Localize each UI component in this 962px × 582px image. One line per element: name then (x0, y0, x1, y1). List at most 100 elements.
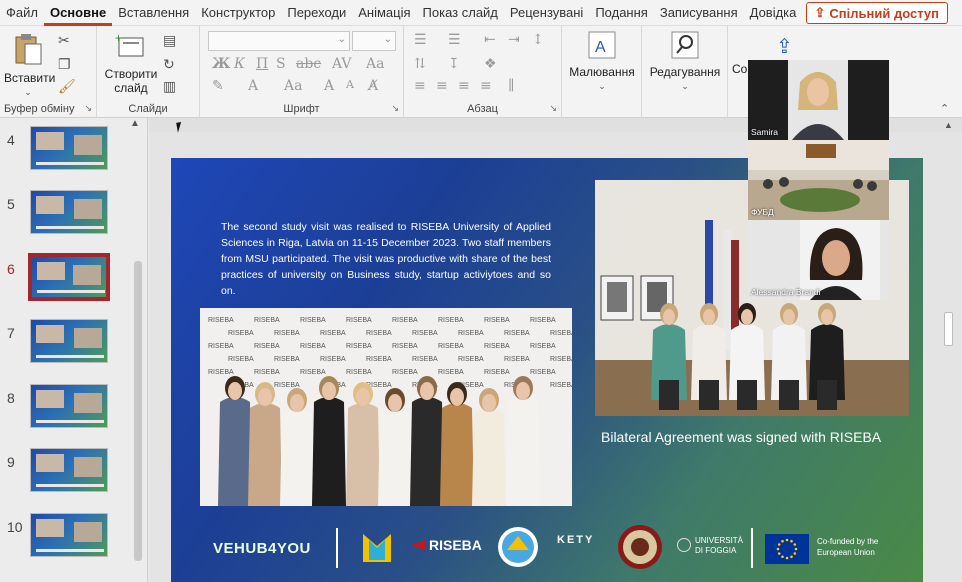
tab-9[interactable]: Записування (654, 0, 744, 26)
text-direction-icon[interactable]: ⇅ (414, 56, 426, 72)
layout-icon[interactable]: ▤ (163, 32, 176, 49)
banner-word: RISEBA (504, 356, 530, 363)
line-spacing-icon[interactable]: ↕ (532, 32, 544, 48)
clear-format-icon[interactable]: A̸ (368, 78, 378, 94)
slide-thumbnail[interactable] (30, 126, 108, 170)
university-logo-icon (363, 534, 391, 562)
thumb-text (36, 355, 104, 358)
paragraph-group: ☰ ☰ ⇤ ⇥ ↕ ⇅ ↧ ❖ ≡ ≡ ≡ ≡ ∥ Абзац ↘ (404, 26, 562, 118)
italic-icon[interactable]: К (234, 56, 245, 72)
dialog-launcher-icon[interactable]: ↘ (549, 103, 557, 114)
slide-thumbnail[interactable] (30, 448, 108, 492)
tab-3[interactable]: Конструктор (195, 0, 281, 26)
video-tile-2[interactable]: ФУБД (748, 140, 889, 220)
banner-word: RISEBA (412, 356, 438, 363)
case-icon[interactable]: Aa (284, 78, 302, 94)
dialog-launcher-icon[interactable]: ↘ (391, 103, 399, 114)
video-tile-3[interactable]: Alessandra Brandi (748, 220, 889, 300)
thumb-photo (36, 519, 64, 537)
strikethrough-icon[interactable]: abc (296, 56, 321, 72)
thumbnail-number: 8 (7, 390, 15, 406)
banner-word: RISEBA (392, 369, 418, 376)
tab-10[interactable]: Довідка (744, 0, 803, 26)
copy-icon[interactable]: ❐ (58, 56, 71, 73)
thumbnails-scrollbar[interactable] (134, 126, 142, 576)
underline-icon[interactable]: П (256, 56, 268, 72)
new-slide-button[interactable]: + Створити слайд (103, 31, 159, 95)
banner-word: RISEBA (300, 369, 326, 376)
align-center-icon[interactable]: ≡ (436, 78, 448, 94)
svg-text:+: + (115, 32, 122, 45)
tab-8[interactable]: Подання (589, 0, 654, 26)
font-group: ⌄ ⌄ Ж К П S abc AV Aa ✎ A Aa A A A̸ Шриф… (200, 26, 404, 118)
upload-icon[interactable]: ⇪ (776, 34, 793, 59)
collapse-ribbon-icon[interactable]: ⌃ (940, 102, 949, 115)
drawing-icon: A (588, 31, 616, 59)
scrollbar-thumb[interactable] (134, 261, 142, 561)
slide-caption[interactable]: Bilateral Agreement was signed with RISE… (601, 429, 881, 445)
chevron-down-icon: ⌄ (681, 81, 689, 91)
tab-1[interactable]: Основне (43, 0, 113, 26)
scroll-up-icon[interactable]: ▲ (944, 120, 953, 130)
slide-thumbnail[interactable] (30, 319, 108, 363)
smartart-icon[interactable]: ❖ (484, 56, 497, 72)
editor-scrollbar[interactable]: ▲ (941, 120, 955, 582)
section-icon[interactable]: ▥ (163, 78, 176, 95)
tab-0[interactable]: Файл (0, 0, 44, 26)
columns-icon[interactable]: ∥ (508, 78, 514, 94)
change-case-icon[interactable]: Aa (366, 56, 384, 72)
highlight-icon[interactable]: ✎ (212, 78, 224, 94)
align-text-icon[interactable]: ↧ (448, 56, 460, 72)
spacing-icon[interactable]: AV (332, 56, 352, 72)
font-name-combo[interactable]: ⌄ (208, 31, 350, 51)
align-right-icon[interactable]: ≡ (458, 78, 470, 94)
shrink-font-icon[interactable]: A (346, 78, 354, 91)
thumb-text (36, 484, 104, 487)
justify-icon[interactable]: ≡ (480, 78, 492, 94)
eu-cofunded-text: Co-funded by the European Union (817, 537, 879, 557)
slide-thumbnail[interactable] (30, 190, 108, 234)
decrease-indent-icon[interactable]: ⇤ (484, 32, 496, 48)
scrollbar-thumb[interactable] (944, 312, 953, 346)
numbering-icon[interactable]: ☰ (448, 32, 461, 48)
banner-word: RISEBA (228, 356, 254, 363)
font-size-combo[interactable]: ⌄ (352, 31, 396, 51)
reset-icon[interactable]: ↻ (163, 56, 175, 73)
tab-4[interactable]: Переходи (281, 0, 352, 26)
paste-button[interactable]: Вставити ⌄ (4, 32, 55, 99)
bullets-icon[interactable]: ☰ (414, 32, 427, 48)
editing-button[interactable]: Редагування ⌄ (646, 30, 724, 93)
tab-5[interactable]: Анімація (352, 0, 416, 26)
banner-word: RISEBA (274, 382, 300, 389)
thumb-photo (74, 199, 102, 219)
format-painter-icon[interactable]: 🖌 (58, 78, 76, 95)
video-tile-1[interactable]: Samira (748, 60, 889, 140)
drawing-button[interactable]: A Малювання ⌄ (568, 30, 636, 93)
slide-body-text[interactable]: The second study visit was realised to R… (221, 219, 551, 299)
thumb-photo (74, 457, 102, 477)
dialog-launcher-icon[interactable]: ↘ (84, 103, 92, 114)
group-photo-riseba[interactable]: RISEBA RISEBA RISEBA RISEBA RISEBA RISEBA RISE… (200, 308, 576, 506)
new-slide-label: Створити слайд (104, 67, 158, 95)
grow-font-icon[interactable]: A (324, 78, 334, 94)
increase-indent-icon[interactable]: ⇥ (508, 32, 520, 48)
share-button[interactable]: ⇪ Спільний доступ (805, 2, 948, 24)
slide-thumbnail[interactable] (30, 384, 108, 428)
seal-logo-icon (618, 525, 662, 569)
participant-name: Samira (751, 127, 778, 137)
emblem-logo-icon (498, 527, 538, 567)
font-color-icon[interactable]: A (248, 78, 258, 94)
slides-group-label: Слайди (128, 103, 168, 115)
thumb-photo (74, 522, 102, 542)
tab-7[interactable]: Рецензувані (504, 0, 589, 26)
slide-thumbnail[interactable] (30, 513, 108, 557)
logo-divider (751, 528, 753, 568)
align-left-icon[interactable]: ≡ (414, 78, 426, 94)
shadow-icon[interactable]: S (276, 56, 286, 72)
slide-thumbnail[interactable] (28, 253, 110, 301)
tab-2[interactable]: Вставлення (112, 0, 195, 26)
banner-word: RISEBA (254, 369, 280, 376)
cut-icon[interactable]: ✂ (58, 32, 70, 49)
bold-icon[interactable]: Ж (212, 56, 230, 72)
tab-6[interactable]: Показ слайд (417, 0, 504, 26)
